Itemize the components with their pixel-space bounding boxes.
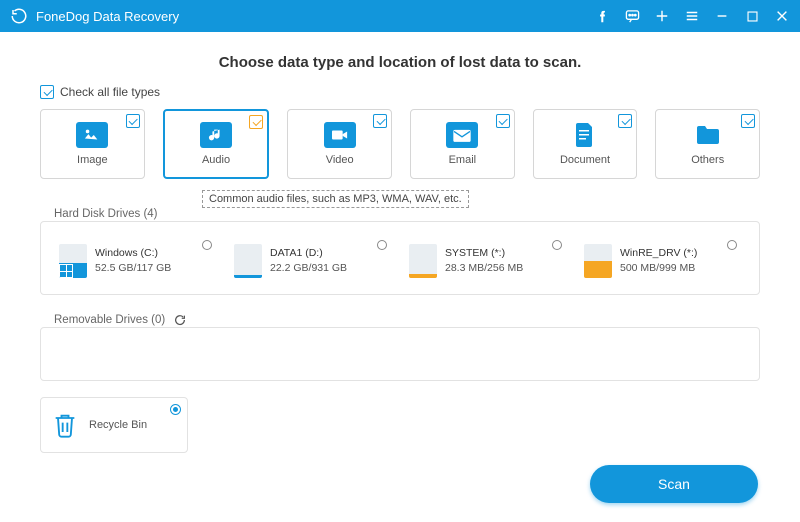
minimize-icon[interactable] (714, 8, 730, 24)
drive-info: WinRE_DRV (*:)500 MB/999 MB (620, 246, 697, 275)
recycle-row: Recycle Bin (40, 397, 760, 453)
drive-info: SYSTEM (*:)28.3 MB/256 MB (445, 246, 523, 275)
type-email-checkbox[interactable] (496, 114, 510, 128)
video-icon (324, 122, 356, 148)
feedback-icon[interactable] (624, 8, 640, 24)
facebook-icon[interactable] (594, 8, 610, 24)
check-all-label: Check all file types (60, 85, 160, 99)
drive-size: 500 MB/999 MB (620, 261, 697, 276)
type-audio-label: Audio (202, 154, 230, 166)
drive-item[interactable]: WinRE_DRV (*:)500 MB/999 MB (580, 240, 745, 282)
page-heading: Choose data type and location of lost da… (40, 54, 760, 71)
close-icon[interactable] (774, 8, 790, 24)
add-icon[interactable] (654, 8, 670, 24)
drive-usage-bar (584, 244, 612, 278)
image-icon (76, 122, 108, 148)
app-logo-icon (10, 7, 28, 25)
type-email-label: Email (449, 154, 477, 166)
drive-radio[interactable] (552, 240, 562, 250)
type-others-label: Others (691, 154, 724, 166)
recycle-radio[interactable] (170, 404, 181, 415)
type-document-checkbox[interactable] (618, 114, 632, 128)
document-icon (569, 122, 601, 148)
type-card-audio[interactable]: Audio (163, 109, 270, 179)
type-document-label: Document (560, 154, 610, 166)
drive-usage-bar (59, 244, 87, 278)
hard-drives-label: Hard Disk Drives (4) (46, 208, 166, 220)
drive-size: 52.5 GB/117 GB (95, 261, 171, 276)
titlebar-controls (594, 8, 790, 24)
drive-radio[interactable] (377, 240, 387, 250)
removable-drives-label: Removable Drives (0) (46, 313, 195, 327)
type-audio-checkbox[interactable] (249, 115, 263, 129)
file-type-grid: Image Audio Video Email (40, 109, 760, 179)
check-all-row[interactable]: Check all file types (40, 85, 760, 99)
type-card-image[interactable]: Image (40, 109, 145, 179)
email-icon (446, 122, 478, 148)
type-card-others[interactable]: Others (655, 109, 760, 179)
type-image-checkbox[interactable] (126, 114, 140, 128)
type-image-label: Image (77, 154, 108, 166)
type-card-email[interactable]: Email (410, 109, 515, 179)
folder-icon (692, 122, 724, 148)
audio-icon (200, 122, 232, 148)
type-video-label: Video (326, 154, 354, 166)
removable-label-text: Removable Drives (0) (54, 314, 165, 326)
type-card-document[interactable]: Document (533, 109, 638, 179)
check-all-checkbox[interactable] (40, 85, 54, 99)
scan-button[interactable]: Scan (590, 465, 758, 503)
menu-icon[interactable] (684, 8, 700, 24)
refresh-icon[interactable] (173, 313, 187, 327)
drive-item[interactable]: Windows (C:)52.5 GB/117 GB (55, 240, 220, 282)
recycle-label: Recycle Bin (89, 419, 147, 431)
drive-size: 28.3 MB/256 MB (445, 261, 523, 276)
drive-radio[interactable] (202, 240, 212, 250)
type-others-checkbox[interactable] (741, 114, 755, 128)
drive-radio[interactable] (727, 240, 737, 250)
drive-info: DATA1 (D:)22.2 GB/931 GB (270, 246, 347, 275)
drive-usage-bar (409, 244, 437, 278)
drive-info: Windows (C:)52.5 GB/117 GB (95, 246, 171, 275)
scan-row: Scan (40, 465, 760, 503)
hard-drives-panel: Windows (C:)52.5 GB/117 GB DATA1 (D:)22.2… (40, 221, 760, 295)
app-title: FoneDog Data Recovery (36, 9, 594, 24)
drive-name: DATA1 (D:) (270, 246, 347, 261)
drive-name: WinRE_DRV (*:) (620, 246, 697, 261)
drive-name: SYSTEM (*:) (445, 246, 523, 261)
windows-icon (59, 264, 73, 278)
drive-usage-bar (234, 244, 262, 278)
audio-tooltip: Common audio files, such as MP3, WMA, WA… (202, 190, 469, 208)
type-card-video[interactable]: Video (287, 109, 392, 179)
titlebar: FoneDog Data Recovery (0, 0, 800, 32)
recycle-bin-card[interactable]: Recycle Bin (40, 397, 188, 453)
removable-drives-panel (40, 327, 760, 381)
drive-item[interactable]: DATA1 (D:)22.2 GB/931 GB (230, 240, 395, 282)
drive-size: 22.2 GB/931 GB (270, 261, 347, 276)
type-video-checkbox[interactable] (373, 114, 387, 128)
main-content: Choose data type and location of lost da… (0, 32, 800, 513)
drive-item[interactable]: SYSTEM (*:)28.3 MB/256 MB (405, 240, 570, 282)
trash-icon (51, 411, 79, 439)
drive-list: Windows (C:)52.5 GB/117 GB DATA1 (D:)22.2… (55, 240, 745, 282)
maximize-icon[interactable] (744, 8, 760, 24)
drive-name: Windows (C:) (95, 246, 171, 261)
